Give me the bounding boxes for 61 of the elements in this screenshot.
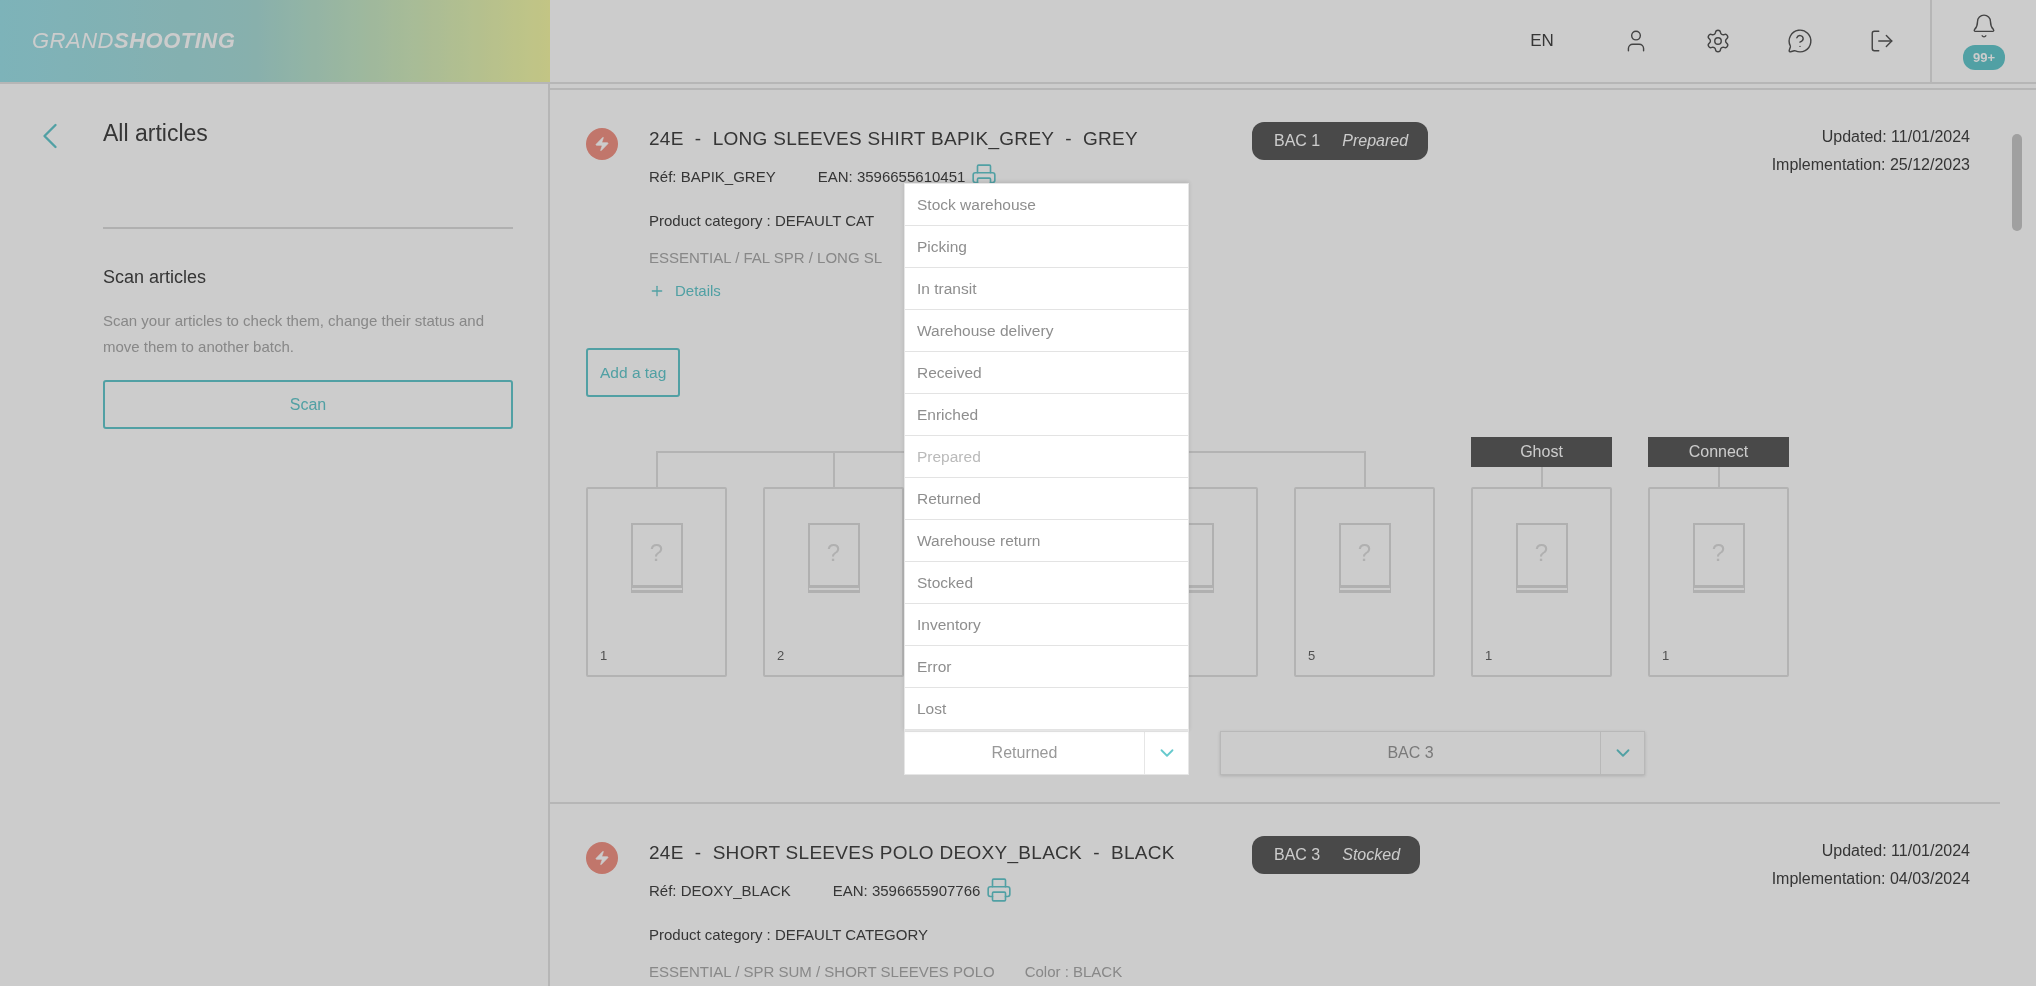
status-option[interactable]: Stocked [905,562,1188,604]
ean-text: EAN: 3596655907766 [832,881,981,899]
article-slot[interactable]: ? 1 [1648,487,1789,677]
implementation-date: Implementation: 25/12/2023 [1771,156,1970,174]
article-slot[interactable]: ? 2 [763,487,904,677]
article-title: 24E - LONG SLEEVES SHIRT BAPIK_GREY - GREY [649,128,1139,150]
question-mark: ? [649,539,664,568]
status-option[interactable]: Warehouse return [905,520,1188,562]
slot-count: 1 [1485,648,1493,663]
color-text: Color : BLACK [1024,963,1123,980]
status-option[interactable]: In transit [905,268,1188,310]
status-option[interactable]: Picking [905,226,1188,268]
article-slot[interactable]: ? 5 [1294,487,1435,677]
add-tag-button[interactable]: Add a tag [586,348,681,397]
scan-description: Scan your articles to check them, change their status and move them to another batch. [103,311,486,357]
question-mark: ? [1711,539,1726,568]
article-slot[interactable]: ? 1 [1471,487,1612,677]
batch-tag: Connect [1648,437,1789,467]
status-option[interactable]: Stock warehouse [905,184,1188,226]
printer-icon[interactable] [986,877,1013,903]
question-mark: ? [1534,539,1549,568]
chevron-down-icon[interactable] [1600,732,1644,774]
ean-text: EAN: 3596655610451 [817,167,966,185]
slot-count: 1 [1662,648,1670,663]
question-mark: ? [1357,539,1372,568]
article-title: 24E - SHORT SLEEVES POLO DEOXY_BLACK - BLACK [649,842,1176,864]
status-option[interactable]: Inventory [905,604,1188,646]
product-category: Product category : DEFAULT CATEGORY [649,926,929,943]
scrollbar-thumb[interactable] [2012,134,2022,231]
language-selector[interactable]: EN [1501,31,1583,51]
status-option[interactable]: Enriched [905,394,1188,436]
implementation-date: Implementation: 04/03/2024 [1771,870,1970,888]
slot-count: 1 [600,648,608,663]
batch-status-badge: BAC 1 Prepared [1252,122,1429,160]
updated-date: Updated: 11/01/2024 [1821,842,1970,860]
slot-count: 5 [1308,648,1316,663]
category-path: ESSENTIAL / SPR SUM / SHORT SLEEVES POLO [649,963,995,980]
batch-tag: Ghost [1471,437,1612,467]
status-option[interactable]: Lost [905,688,1188,730]
batch-status-badge: BAC 3 Stocked [1252,836,1421,874]
status-select[interactable]: Returned [904,731,1189,775]
status-option[interactable]: Returned [905,478,1188,520]
lightning-icon [586,128,618,160]
slot-count: 2 [777,648,785,663]
question-mark: ? [826,539,841,568]
page-title: All articles [103,120,209,148]
updated-date: Updated: 11/01/2024 [1821,128,1970,146]
notification-count: 99+ [1962,44,2006,70]
reference-text: Réf: BAPIK_GREY [649,167,776,185]
scan-title: Scan articles [103,267,208,288]
status-option[interactable]: Warehouse delivery [905,310,1188,352]
article-slot[interactable]: ? 1 [586,487,727,677]
bell-icon[interactable] [1971,12,1997,39]
category-path: ESSENTIAL / FAL SPR / LONG SL [649,249,883,266]
status-option[interactable]: Received [905,352,1188,394]
lightning-icon [586,842,618,874]
scan-button[interactable]: Scan [103,380,513,429]
status-option[interactable]: Error [905,646,1188,688]
reference-text: Réf: DEOXY_BLACK [649,881,791,899]
product-category: Product category : DEFAULT CAT [649,212,876,229]
batch-select[interactable]: BAC 3 [1220,731,1645,775]
